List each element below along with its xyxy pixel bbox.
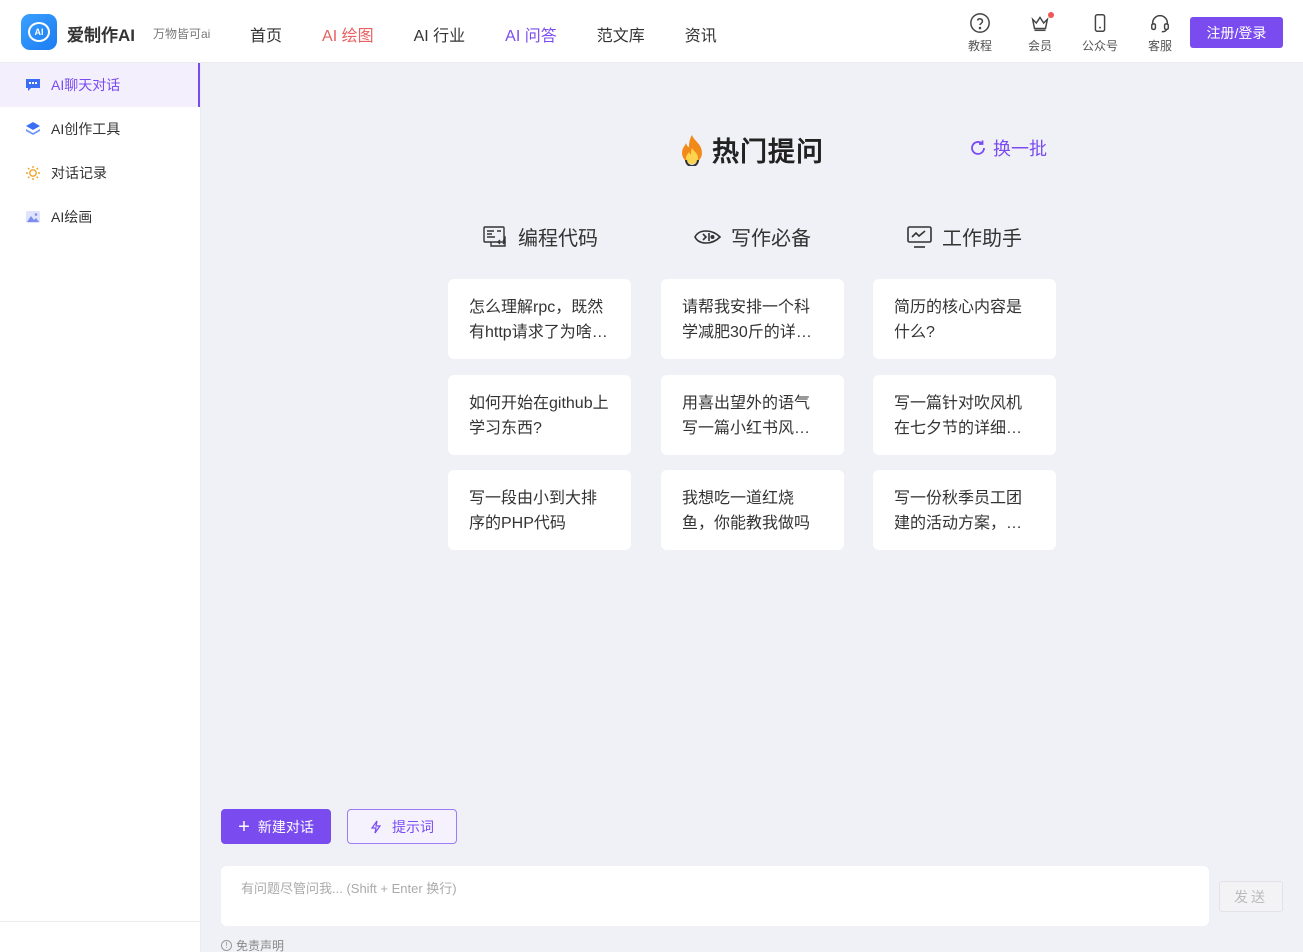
question-card[interactable]: 我想吃一道红烧鱼，你能教我做吗	[661, 470, 844, 550]
nav-ai-drawing[interactable]: AI 绘图	[322, 22, 374, 46]
sidebar-item-history[interactable]: 对话记录	[0, 151, 200, 195]
question-text: 写一篇针对吹风机在七夕节的详细的营销方案	[894, 395, 1023, 437]
login-register-button[interactable]: 注册/登录	[1190, 17, 1283, 48]
wechat-account-label: 公众号	[1081, 39, 1118, 53]
brand-name[interactable]: 爱制作AI	[67, 21, 135, 46]
main-nav: 首页 AI 绘图 AI 行业 AI 问答 范文库 资讯	[250, 22, 757, 46]
disclaimer-label: 免责声明	[236, 939, 285, 952]
question-card[interactable]: 写一段由小到大排序的PHP代码	[448, 470, 631, 550]
sidebar-divider	[0, 921, 200, 922]
customer-service-label: 客服	[1147, 39, 1172, 53]
sidebar-item-ai-painting[interactable]: AI绘画	[0, 195, 200, 239]
question-text: 用喜出望外的语气写一篇小红书风格的文案	[682, 395, 811, 437]
tutorial-label: 教程	[967, 39, 992, 53]
question-card[interactable]: 写一份秋季员工团建的活动方案，要求详细	[873, 470, 1056, 550]
question-card[interactable]: 怎么理解rpc，既然有http请求了为啥还要用rpc	[448, 279, 631, 359]
sidebar-item-label: AI创作工具	[51, 121, 121, 137]
new-chat-button[interactable]: + 新建对话	[221, 809, 331, 844]
disclaimer-link[interactable]: ! 免责声明	[221, 937, 284, 952]
question-text: 简历的核心内容是什么?	[894, 299, 1023, 341]
prompt-button[interactable]: 提示词	[347, 809, 457, 844]
question-card[interactable]: 请帮我安排一个科学减肥30斤的详细计划	[661, 279, 844, 359]
member-label: 会员	[1027, 39, 1052, 53]
category-title: 工作助手	[942, 228, 1022, 250]
prompt-label: 提示词	[392, 818, 434, 835]
question-text: 写一段由小到大排序的PHP代码	[469, 490, 598, 532]
send-button[interactable]: 发送	[1219, 881, 1283, 912]
sidebar-item-label: AI绘画	[51, 209, 93, 225]
sidebar-item-label: 对话记录	[51, 165, 107, 181]
top-header: AI 爱制作AI 万物皆可ai 首页 AI 绘图 AI 行业 AI 问答 范文库…	[0, 0, 1303, 63]
chat-icon	[24, 76, 42, 94]
question-text: 我想吃一道红烧鱼，你能教我做吗	[682, 490, 811, 532]
plus-icon: +	[238, 815, 250, 838]
new-chat-label: 新建对话	[257, 818, 314, 835]
brand-slogan: 万物皆可ai	[153, 27, 211, 41]
customer-service-button[interactable]: 客服	[1130, 12, 1190, 54]
image-icon	[24, 208, 42, 226]
question-card[interactable]: 用喜出望外的语气写一篇小红书风格的文案	[661, 375, 844, 455]
logo-icon[interactable]: AI	[21, 14, 57, 50]
question-text: 请帮我安排一个科学减肥30斤的详细计划	[682, 299, 812, 341]
code-icon	[483, 225, 506, 247]
sidebar-item-creation-tools[interactable]: AI创作工具	[0, 107, 200, 151]
refresh-icon	[971, 140, 985, 155]
nav-templates[interactable]: 范文库	[597, 22, 645, 46]
category-title: 编程代码	[518, 228, 598, 250]
category-work-assistant: 工作助手	[907, 222, 1022, 251]
lightning-icon	[370, 820, 382, 833]
header-icon-group: 教程 会员 公众号 客服	[950, 12, 1190, 54]
hot-questions-title: 热门提问	[712, 137, 824, 167]
nav-ai-industry[interactable]: AI 行业	[414, 22, 466, 46]
sun-icon	[24, 164, 42, 182]
question-card[interactable]: 如何开始在github上学习东西?	[448, 375, 631, 455]
sidebar: AI聊天对话 AI创作工具 对话记录 AI绘画	[0, 63, 201, 952]
nav-ai-qa[interactable]: AI 问答	[505, 22, 557, 46]
question-card[interactable]: 写一篇针对吹风机在七夕节的详细的营销方案	[873, 375, 1056, 455]
sidebar-item-label: AI聊天对话	[51, 77, 121, 93]
fire-icon	[682, 134, 702, 166]
refresh-batch-button[interactable]: 换一批	[969, 135, 1047, 161]
help-circle-icon	[970, 13, 990, 33]
layers-icon	[24, 120, 42, 138]
info-icon: !	[221, 940, 232, 951]
category-programming: 编程代码	[483, 222, 598, 251]
chat-input[interactable]	[221, 866, 1209, 926]
question-text: 怎么理解rpc，既然有http请求了为啥还要用rpc	[469, 299, 608, 341]
member-button[interactable]: 会员	[1010, 12, 1070, 54]
phone-icon	[1094, 14, 1106, 32]
notification-dot	[1048, 12, 1054, 18]
pen-nib-icon	[694, 229, 721, 244]
hot-questions-heading: 热门提问	[678, 130, 824, 169]
nav-home[interactable]: 首页	[250, 22, 282, 46]
monitor-icon	[907, 225, 932, 248]
category-title: 写作必备	[731, 228, 811, 250]
wechat-account-button[interactable]: 公众号	[1070, 12, 1130, 54]
question-card[interactable]: 简历的核心内容是什么?	[873, 279, 1056, 359]
sidebar-item-ai-chat[interactable]: AI聊天对话	[0, 63, 200, 107]
question-text: 写一份秋季员工团建的活动方案，要求详细	[894, 490, 1023, 532]
refresh-label: 换一批	[993, 139, 1047, 159]
question-text: 如何开始在github上学习东西?	[469, 395, 609, 437]
tutorial-button[interactable]: 教程	[950, 12, 1010, 54]
headset-icon	[1151, 15, 1169, 33]
category-writing: 写作必备	[694, 222, 811, 251]
logo-text: AI	[28, 22, 50, 42]
nav-news[interactable]: 资讯	[685, 22, 717, 46]
